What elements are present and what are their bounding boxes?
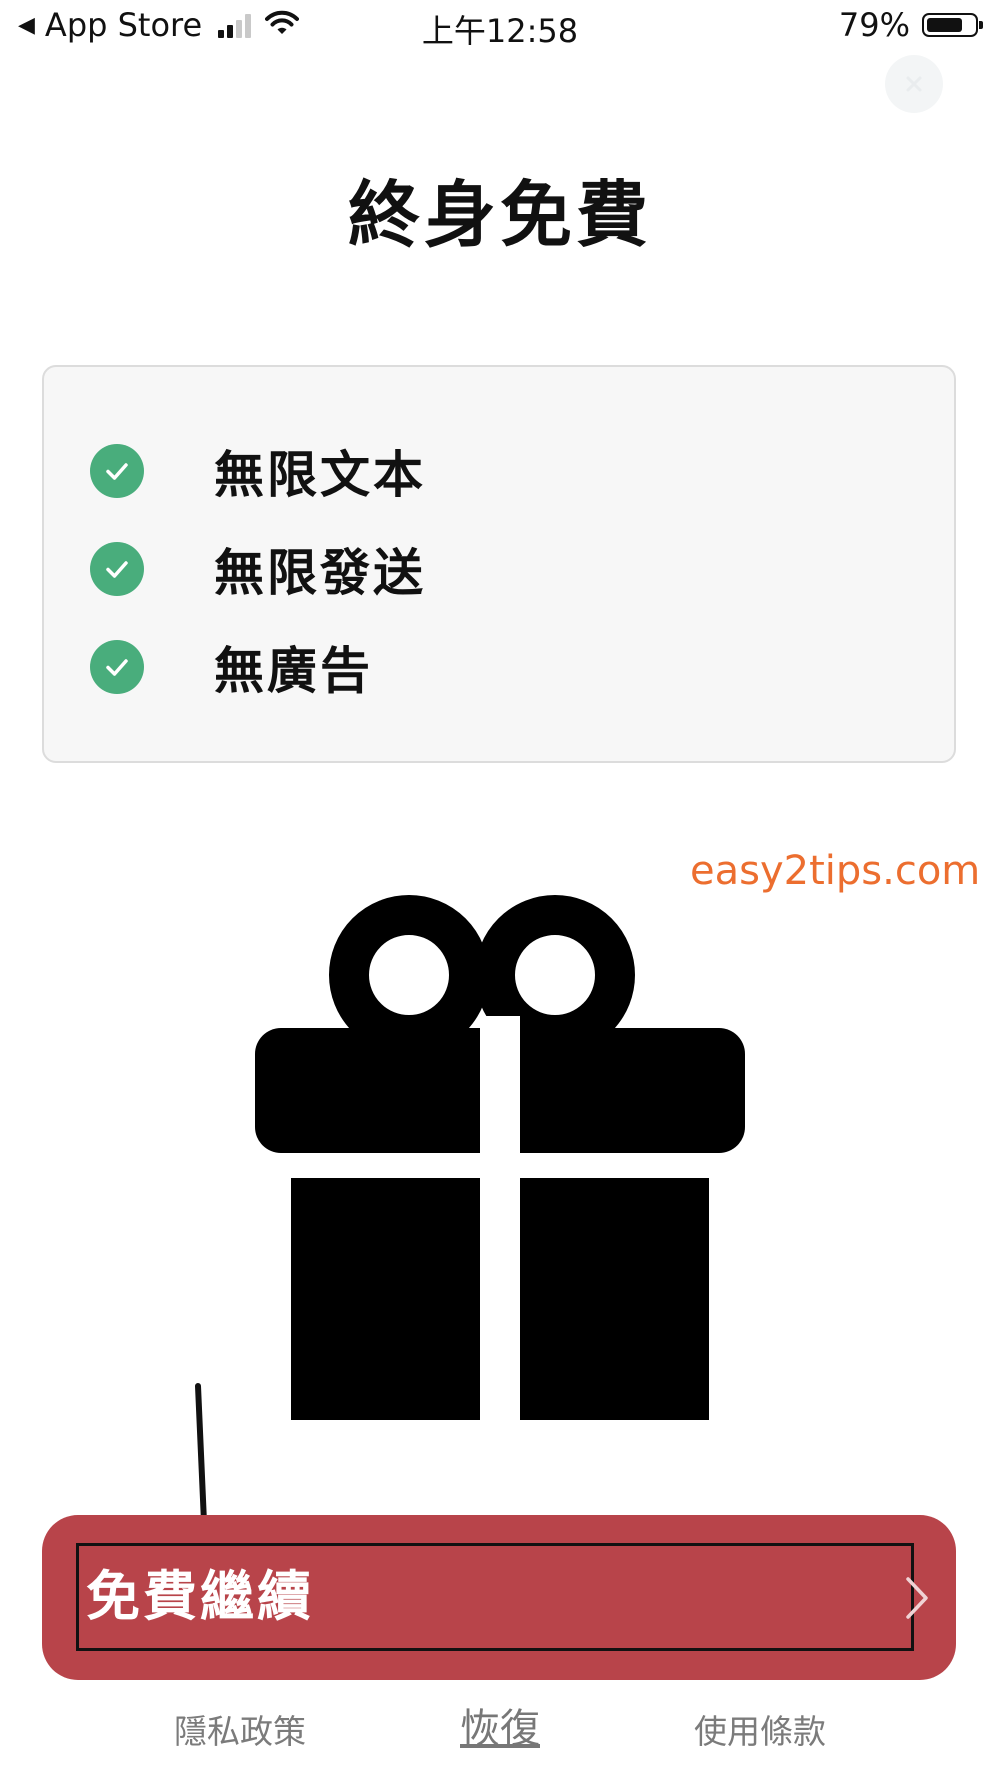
page-title: 終身免費 xyxy=(347,173,652,257)
feature-list: 無限文本 無限發送 無廣告 xyxy=(42,365,956,763)
gift-icon xyxy=(255,895,745,1420)
continue-label: 免費繼續 xyxy=(86,1565,314,1628)
feature-item: 無限發送 xyxy=(90,539,426,602)
battery-percent: 79% xyxy=(838,6,910,44)
terms-of-use-link[interactable]: 使用條款 xyxy=(690,1705,830,1753)
privacy-policy-link[interactable]: 隱私政策 xyxy=(170,1705,310,1753)
battery-icon xyxy=(922,13,983,37)
restore-link[interactable]: 恢復 xyxy=(440,1696,560,1754)
feature-label: 無限文本 xyxy=(214,446,426,504)
close-icon xyxy=(906,76,922,92)
feature-item: 無限文本 xyxy=(90,441,426,504)
close-button[interactable] xyxy=(885,55,943,113)
continue-free-button[interactable]: 免費繼續 xyxy=(42,1515,956,1680)
check-circle-icon xyxy=(90,640,144,694)
battery-status: 79% xyxy=(838,6,983,44)
feature-label: 無限發送 xyxy=(214,544,426,602)
chevron-right-icon xyxy=(906,1577,928,1619)
battery-tip xyxy=(979,21,983,29)
status-bar: ◀ App Store 上午12:58 79% xyxy=(0,0,1000,56)
check-circle-icon xyxy=(90,542,144,596)
battery-fill xyxy=(927,18,962,32)
feature-item: 無廣告 xyxy=(90,637,373,700)
check-circle-icon xyxy=(90,444,144,498)
feature-label: 無廣告 xyxy=(214,642,373,700)
